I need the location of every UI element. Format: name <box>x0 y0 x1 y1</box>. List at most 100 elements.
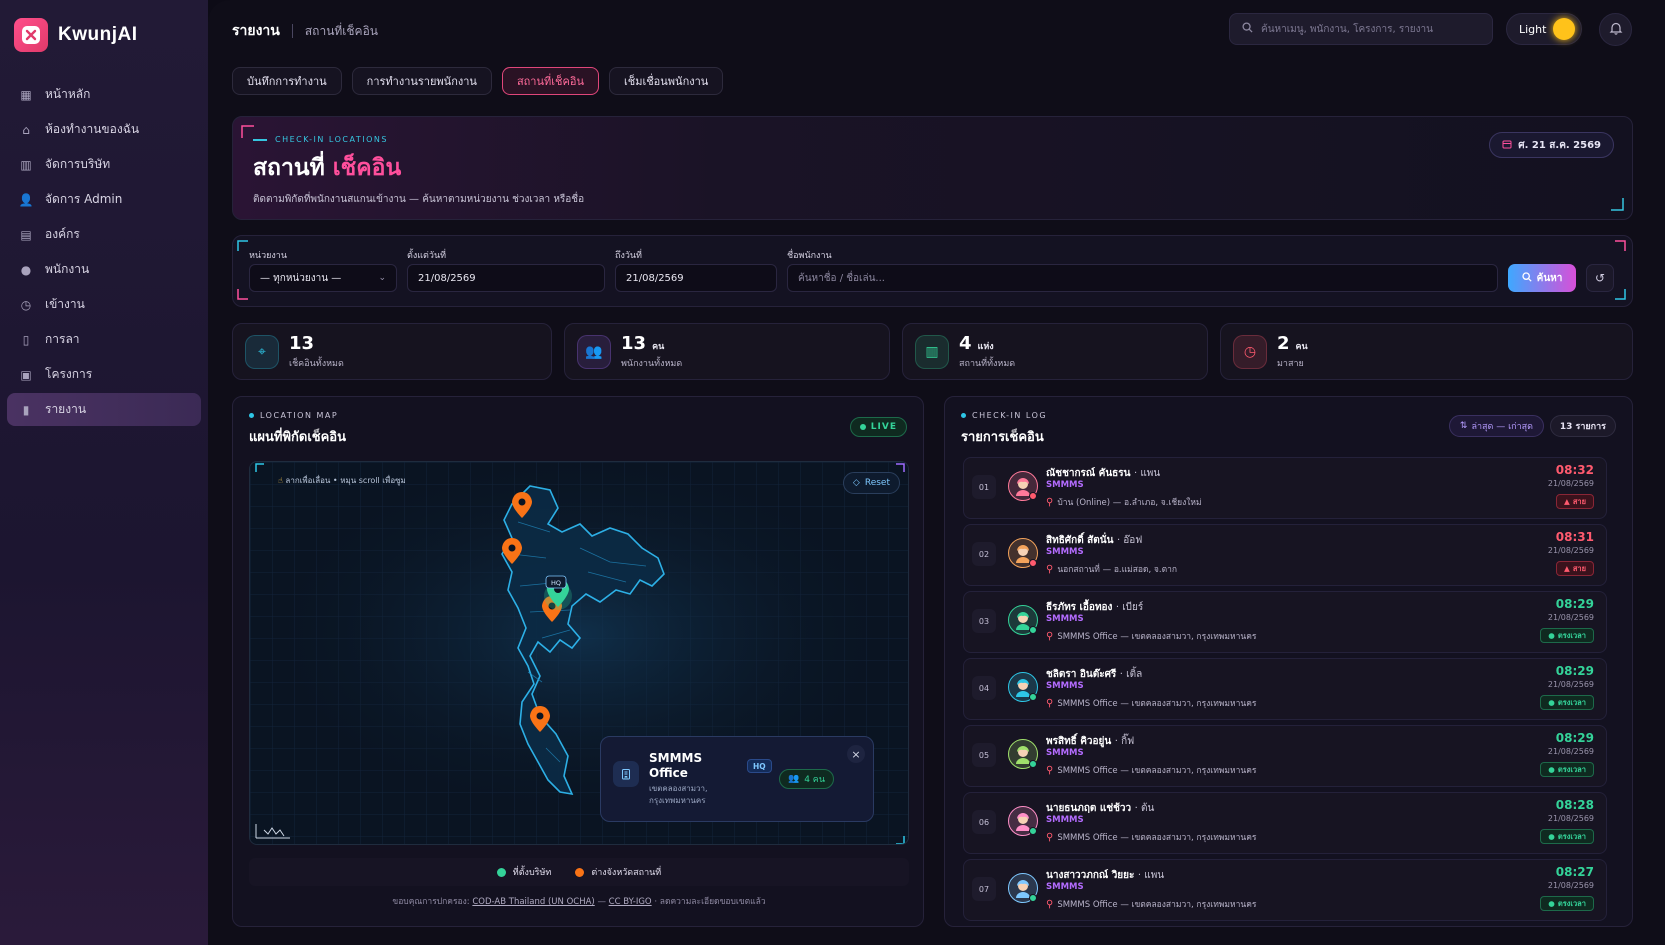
global-search-input[interactable]: ค้นหาเมนู, พนักงาน, โครงการ, รายงาน <box>1229 13 1493 45</box>
tab-3[interactable]: สถานที่เช็คอิน <box>501 67 599 95</box>
calendar-icon <box>1502 139 1512 152</box>
filter-bar: หน่วยงาน — ทุกหน่วยงาน — ⌄ ตั้งแต่วันที่… <box>232 235 1633 307</box>
attribution-link-ocha[interactable]: COD-AB Thailand (UN OCHA) <box>472 897 594 907</box>
sidebar-item-4[interactable]: 👤 จัดการ Admin <box>7 183 201 216</box>
pin-icon: ⚲ <box>1046 697 1054 709</box>
to-date-input[interactable]: 21/08/2569 <box>615 264 777 292</box>
theme-toggle[interactable]: Light <box>1506 13 1582 45</box>
checkin-location: SMMMS Office — เขตคลองสามวา, กรุงเทพมหาน… <box>1057 833 1257 843</box>
sidebar-item-7[interactable]: ◷ เข้างาน <box>7 288 201 321</box>
stat-card-4: ◷ 2 คน มาสาย <box>1220 323 1633 380</box>
row-number: 04 <box>972 676 996 700</box>
log-tag-text: CHECK-IN LOG <box>972 411 1048 420</box>
employee-name: ณัชชากรณ์ คันธรน <box>1046 468 1131 479</box>
sort-icon: ⇅ <box>1459 421 1468 431</box>
map-hint: ☝ ลากเพื่อเลื่อน • หมุน scroll เพื่อซูม <box>278 474 406 487</box>
check-circle-icon: ● <box>1548 832 1555 841</box>
app-logo[interactable]: KwunjAI <box>7 16 201 54</box>
employee-name-row: สิทธิศักดิ์ สัตนั่น · อ๊อฟ <box>1046 533 1142 548</box>
search-button[interactable]: ค้นหา <box>1508 264 1576 292</box>
sidebar-item-5[interactable]: ▤ องค์กร <box>7 218 201 251</box>
location-popup: SMMMS Office เขตคลองสามวา, กรุงเทพมหานคร… <box>600 736 874 822</box>
checkin-row[interactable]: 01 ณัชชากรณ์ คันธรน · แพน SMMMS ⚲ บ้าน (Onli… <box>963 457 1607 519</box>
office-icon <box>613 761 639 787</box>
sidebar-item-6[interactable]: ● พนักงาน <box>7 253 201 286</box>
department-select[interactable]: — ทุกหน่วยงาน — ⌄ <box>249 264 397 292</box>
checkin-location: SMMMS Office — เขตคลองสามวา, กรุงเทพมหาน… <box>1057 699 1257 709</box>
pin-icon: ⚲ <box>1046 630 1054 642</box>
users-icon: 👥 <box>788 774 800 784</box>
attribution-link-license[interactable]: CC BY-IGO <box>609 897 652 907</box>
checkin-date: 21/08/2569 <box>1547 613 1594 622</box>
sidebar-item-9[interactable]: ▣ โครงการ <box>7 358 201 391</box>
map-panel-tag: LOCATION MAP <box>249 411 338 420</box>
tab-4[interactable]: เช็มเชื่อนพนักงาน <box>608 67 724 95</box>
checkin-row[interactable]: 07 นางสาววภกณ์ วิยยะ · แพน SMMMS ⚲ SMMMS Off… <box>963 859 1607 921</box>
avatar <box>1008 806 1038 836</box>
tab-1[interactable]: บันทึกการทำงาน <box>232 67 342 95</box>
legend-item-2: ต่างจังหวัดสถานที่ <box>575 865 661 879</box>
legend-dot-icon <box>575 867 585 877</box>
warning-icon: ▲ <box>1564 497 1570 506</box>
employee-org: SMMMS <box>1046 748 1084 758</box>
employee-nickname: · เบียร์ <box>1115 602 1144 613</box>
status-dot <box>1029 559 1037 567</box>
sidebar-item-8[interactable]: ▯ การลา <box>7 323 201 356</box>
sidebar-item-3[interactable]: ▥ จัดการบริษัท <box>7 148 201 181</box>
checkin-location-row: ⚲ SMMMS Office — เขตคลองสามวา, กรุงเทพมหา… <box>1046 830 1256 844</box>
checkin-row[interactable]: 04 ชลิตรา อินต๊ะศรี · เติ้ล SMMMS ⚲ SMMMS Of… <box>963 658 1607 720</box>
checkin-row[interactable]: 03 ธีรภัทร เอื้อทอง · เบียร์ SMMMS ⚲ SMMMS O… <box>963 591 1607 653</box>
status-badge: ● ตรงเวลา <box>1540 695 1594 710</box>
sidebar-item-label: จัดการ Admin <box>45 192 123 206</box>
checkin-row[interactable]: 06 นายธนภฤต แช่ช้วว · ต้น SMMMS ⚲ SMMMS Offi… <box>963 792 1607 854</box>
employee-name-input[interactable]: ค้นหาชื่อ / ชื่อเล่น... <box>787 264 1498 292</box>
live-text: LIVE <box>870 422 897 432</box>
notification-button[interactable] <box>1599 13 1632 46</box>
sidebar-item-2[interactable]: ⌂ ห้องทำงานของฉัน <box>7 113 201 146</box>
map-tag-text: LOCATION MAP <box>260 411 339 420</box>
row-number: 07 <box>972 877 996 901</box>
hero-title: สถานที่ เช็คอิน <box>253 150 1612 186</box>
sort-label: ล่าสุด — เก่าสุด <box>1471 422 1533 432</box>
stat-label: เช็คอินทั้งหมด <box>289 359 344 369</box>
admin-icon: 👤 <box>18 192 34 207</box>
hero-tag: CHECK-IN LOCATIONS <box>253 135 1612 144</box>
corner-bracket-icon <box>237 289 248 300</box>
hero-tag-text: CHECK-IN LOCATIONS <box>275 135 388 144</box>
date-badge: ศ. 21 ส.ค. 2569 <box>1489 132 1614 158</box>
sidebar-item-1[interactable]: ▦ หน้าหลัก <box>7 78 201 111</box>
popup-address: เขตคลองสามวา, กรุงเทพมหานคร <box>649 784 708 805</box>
check-circle-icon: ● <box>1548 631 1555 640</box>
checkin-row[interactable]: 02 สิทธิศักดิ์ สัตนั่น · อ๊อฟ SMMMS ⚲ นอกสถา… <box>963 524 1607 586</box>
checkin-row[interactable]: 05 พรสิทธิ์ คิวอยู่น · กิ๊ฟ SMMMS ⚲ SMMMS Of… <box>963 725 1607 787</box>
sidebar-item-label: รายงาน <box>45 402 87 416</box>
check-circle-icon: ● <box>1548 698 1555 707</box>
location-map[interactable]: HQ ☝ ลากเพื่อเลื่อน • หมุน scroll เพื่อซ… <box>249 461 909 845</box>
breadcrumb-current: สถานที่เช็คอิน <box>304 23 378 38</box>
legend-label: ต่างจังหวัดสถานที่ <box>591 868 662 878</box>
sidebar-item-10[interactable]: ▮ รายงาน <box>7 393 201 426</box>
reset-filter-button[interactable]: ↺ <box>1586 264 1614 292</box>
checkin-time: 08:29 <box>1555 731 1594 745</box>
map-reset-button[interactable]: ◇ Reset <box>842 472 900 494</box>
from-date-input[interactable]: 21/08/2569 <box>407 264 605 292</box>
stat-value-row: 13 <box>289 333 344 354</box>
stat-unit: แห่ง <box>977 342 994 352</box>
checkin-time: 08:28 <box>1555 798 1594 812</box>
live-badge: LIVE <box>849 417 907 437</box>
dashboard-icon: ▦ <box>20 87 32 102</box>
popup-close-button[interactable]: × <box>847 745 865 763</box>
close-icon: × <box>851 747 861 761</box>
tab-2[interactable]: การทำงานรายพนักงาน <box>351 67 492 95</box>
sun-icon <box>1553 18 1575 40</box>
corner-bracket-icon <box>1615 289 1626 300</box>
to-date-label: ถึงวันที่ <box>615 251 642 261</box>
stat-value: 13 <box>621 333 647 354</box>
employee-org: SMMMS <box>1046 547 1084 557</box>
employee-name-row: ชลิตรา อินต๊ะศรี · เติ้ล <box>1046 667 1142 682</box>
sort-toggle-button[interactable]: ⇅ ล่าสุด — เก่าสุด <box>1448 415 1544 437</box>
status-dot <box>1029 894 1037 902</box>
page-title: รายงาน <box>232 23 280 39</box>
sidebar-item-label: เข้างาน <box>45 297 85 311</box>
stat-value: 13 <box>289 333 315 354</box>
